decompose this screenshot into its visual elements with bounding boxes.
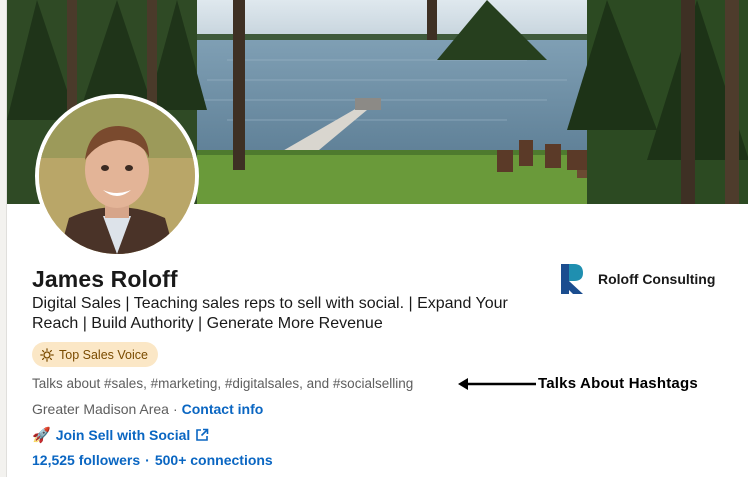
network-stats: 12,525 followers · 500+ connections [32,452,273,468]
followers-link[interactable]: 12,525 followers [32,452,140,468]
rocket-icon: 🚀 [32,427,51,444]
current-company[interactable]: Roloff Consulting [559,262,715,296]
talks-about-hashtags: Talks about #sales, #marketing, #digital… [32,376,414,391]
company-name: Roloff Consulting [598,271,716,287]
location-text: Greater Madison Area [32,401,169,417]
custom-link-label: Join Sell with Social [55,427,191,443]
separator-dot: · [172,401,178,417]
profile-card: James Roloff Digital Sales | Teaching sa… [6,0,748,477]
roloff-r-logo-icon [559,262,587,296]
annotation-label: Talks About Hashtags [538,375,698,392]
annotation-arrow-icon [458,378,536,390]
top-voice-badge[interactable]: Top Sales Voice [32,342,158,367]
badge-label: Top Sales Voice [59,347,148,362]
custom-link[interactable]: 🚀 Join Sell with Social [32,426,209,444]
profile-headline: Digital Sales | Teaching sales reps to s… [32,295,508,332]
profile-name: James Roloff [32,266,178,292]
connections-link[interactable]: 500+ connections [155,452,273,468]
location-row: Greater Madison Area · Contact info [32,401,263,417]
external-link-icon [195,428,209,442]
profile-avatar[interactable] [35,94,199,258]
sun-icon [40,347,54,362]
contact-info-link[interactable]: Contact info [182,401,264,417]
separator-dot: · [145,452,150,468]
